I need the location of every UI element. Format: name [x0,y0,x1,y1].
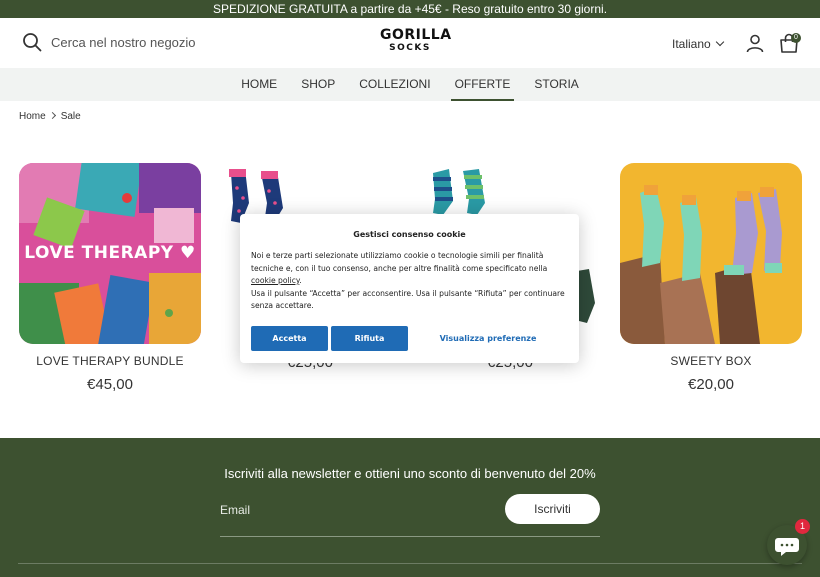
accept-button[interactable]: Accetta [251,326,328,351]
product-image-text: LOVE THERAPY ♥ [24,243,196,263]
cookie-body: Noi e terze parti selezionate utilizziam… [251,251,565,311]
account-icon[interactable] [745,33,765,53]
breadcrumb: Home Sale [19,111,81,122]
nav-storia[interactable]: STORIA [522,68,590,101]
logo-line1: GORILLA [380,27,452,43]
cookie-consent-dialog: Gestisci consenso cookie Noi e terze par… [240,214,579,363]
product-price: €45,00 [87,376,133,393]
search-icon[interactable] [22,32,42,52]
reject-button[interactable]: Rifiuta [331,326,408,351]
cookie-body-text: Noi e terze parti selezionate utilizziam… [251,251,548,273]
language-label: Italiano [672,37,711,51]
cookie-body-text-2: Usa il pulsante “Accetta” per acconsenti… [251,288,565,311]
newsletter-text: Iscriviti alla newsletter e ottieni uno … [224,466,596,481]
breadcrumb-current: Sale [60,111,81,122]
preferences-button[interactable]: Visualizza preferenze [430,326,546,351]
nav-home[interactable]: HOME [229,68,289,101]
product-image[interactable]: LOVE THERAPY ♥ [19,163,201,344]
logo[interactable]: GORILLA SOCKS [380,27,452,58]
nav-offerte[interactable]: OFFERTE [443,68,523,101]
nav-shop[interactable]: SHOP [289,68,347,101]
divider [18,563,802,564]
product-card[interactable]: SWEETY BOX €20,00 [620,163,802,393]
email-field[interactable]: Email [220,503,250,517]
chevron-down-icon [715,37,724,47]
cart-count-badge: 0 [791,33,801,43]
chat-notification-badge: 1 [795,519,810,534]
language-selector[interactable]: Italiano [672,37,724,51]
chevron-right-icon [48,111,56,120]
product-title[interactable]: LOVE THERAPY BUNDLE [19,354,201,368]
product-card[interactable]: LOVE THERAPY ♥ LOVE THERAPY BUNDLE €45,0… [19,163,201,393]
product-title[interactable]: SWEETY BOX [620,354,802,368]
main-nav: HOME SHOP COLLEZIONI OFFERTE STORIA [0,68,820,101]
newsletter-section: Iscriviti alla newsletter e ottieni uno … [0,438,820,577]
product-price: €20,00 [688,376,734,393]
cookie-title: Gestisci consenso cookie [353,230,466,239]
cookie-policy-link[interactable]: cookie policy [251,276,299,285]
search-input[interactable]: Cerca nel nostro negozio [51,35,196,50]
announcement-bar: SPEDIZIONE GRATUITA a partire da +45€ - … [0,0,820,18]
site-header: Cerca nel nostro negozio GORILLA SOCKS I… [0,18,820,68]
email-field-underline [220,536,600,537]
logo-line2: SOCKS [389,43,431,53]
product-image[interactable] [620,163,802,344]
subscribe-button[interactable]: Iscriviti [505,494,600,524]
nav-collezioni[interactable]: COLLEZIONI [347,68,442,101]
breadcrumb-home[interactable]: Home [19,111,46,122]
